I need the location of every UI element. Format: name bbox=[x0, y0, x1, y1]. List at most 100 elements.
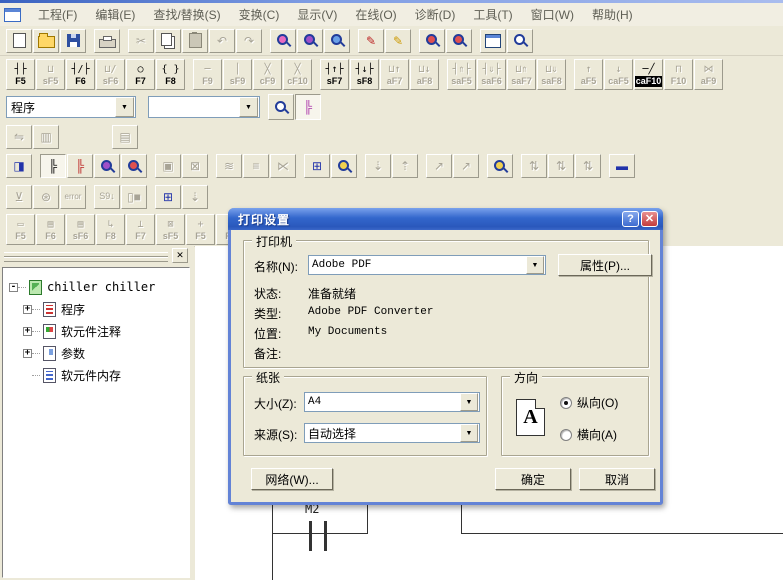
dialog-title-bar[interactable]: 打印设置 ? ✕ bbox=[228, 208, 663, 230]
remote-operation-button[interactable]: ⇋ bbox=[6, 125, 32, 149]
forced-io-button[interactable]: ⇅ bbox=[548, 154, 574, 178]
tree-root-label[interactable]: chiller chiller bbox=[47, 280, 155, 294]
program-list-button[interactable]: ⊞ bbox=[155, 185, 181, 209]
expand-icon[interactable]: + bbox=[23, 305, 32, 314]
buffer-memory-button[interactable]: ⇣ bbox=[365, 154, 391, 178]
remote-monitor-button[interactable]: ▬ bbox=[609, 154, 635, 178]
close-button[interactable]: ✕ bbox=[641, 211, 658, 227]
collapse-icon[interactable]: - bbox=[9, 283, 18, 292]
paper-source-combo[interactable]: 自动选择 ▼ bbox=[304, 423, 480, 443]
monitor-condition-button[interactable]: ⇡ bbox=[392, 154, 418, 178]
tree-item-device-memory[interactable]: 软元件内存 bbox=[9, 364, 189, 386]
fkey-saF8[interactable]: ⊔⇓saF8 bbox=[537, 59, 566, 90]
sfc-block[interactable]: ▤F6 bbox=[36, 214, 65, 245]
chevron-down-icon[interactable]: ▼ bbox=[115, 97, 134, 117]
fkey-closed-contact[interactable]: ┤/├F6 bbox=[66, 59, 95, 90]
fkey-or-open-contact[interactable]: ⊔sF5 bbox=[36, 59, 65, 90]
menu-diagnostics[interactable]: 诊断(D) bbox=[406, 3, 465, 26]
menu-project[interactable]: 工程(F) bbox=[29, 3, 86, 26]
cut-button[interactable]: ✂ bbox=[128, 29, 154, 53]
chevron-down-icon[interactable]: ▼ bbox=[460, 424, 478, 442]
tree-item-label[interactable]: 参数 bbox=[61, 345, 85, 362]
sfc-end-step[interactable]: ⊠sF5 bbox=[156, 214, 185, 245]
find-device-button[interactable] bbox=[270, 29, 296, 53]
device-test-button[interactable]: ⇅ bbox=[521, 154, 547, 178]
menu-help[interactable]: 帮助(H) bbox=[583, 3, 642, 26]
panel-grip[interactable] bbox=[4, 257, 168, 262]
program-ld-button[interactable]: ◨ bbox=[6, 154, 32, 178]
step-range-button[interactable]: S9↓ bbox=[94, 185, 120, 209]
copy-button[interactable] bbox=[155, 29, 181, 53]
step-jump-button[interactable]: ↗ bbox=[453, 154, 479, 178]
sfc-selection-branch[interactable]: +F5 bbox=[186, 214, 215, 245]
program-select-combo[interactable]: 程序 ▼ bbox=[6, 96, 136, 118]
comment-display-button[interactable] bbox=[268, 94, 294, 120]
fkey-rising-pulse[interactable]: ┤↑├sF7 bbox=[320, 59, 349, 90]
monitor-mode-button[interactable]: ▥ bbox=[33, 125, 59, 149]
step-run-button[interactable]: ⊻ bbox=[6, 185, 32, 209]
ladder-logic-test-button[interactable]: ▤ bbox=[112, 125, 138, 149]
fkey-or-closed-contact[interactable]: ⊔/sF6 bbox=[96, 59, 125, 90]
entry-data-monitor-button[interactable] bbox=[331, 154, 357, 178]
fkey-saF5[interactable]: ┤⇑├saF5 bbox=[447, 59, 476, 90]
portrait-radio[interactable]: 纵向(O) bbox=[560, 394, 618, 411]
project-tree-toggle-button[interactable]: ╠ bbox=[295, 94, 321, 120]
error-jump-button[interactable]: error bbox=[60, 185, 86, 209]
open-project-button[interactable] bbox=[33, 29, 59, 53]
zoom-in-button[interactable] bbox=[446, 29, 472, 53]
properties-button[interactable]: 属性(P)... bbox=[558, 254, 652, 276]
fkey-caF5[interactable]: ↓caF5 bbox=[604, 59, 633, 90]
block-select-combo[interactable]: ▼ bbox=[148, 96, 260, 118]
device-batch-monitor-button[interactable]: ⊞ bbox=[304, 154, 330, 178]
fkey-open-contact[interactable]: ┤├F5 bbox=[6, 59, 35, 90]
menu-window[interactable]: 窗口(W) bbox=[522, 3, 583, 26]
chevron-down-icon[interactable]: ▼ bbox=[526, 256, 544, 274]
printer-name-combo[interactable]: Adobe PDF ▼ bbox=[308, 255, 546, 275]
find-result-button[interactable] bbox=[507, 29, 533, 53]
sampling-trace-button[interactable]: ⋉ bbox=[270, 154, 296, 178]
project-data-list-button[interactable] bbox=[480, 29, 506, 53]
menu-edit[interactable]: 编辑(E) bbox=[86, 3, 144, 26]
sfc-step[interactable]: ▭F5 bbox=[6, 214, 35, 245]
cancel-button[interactable]: 取消 bbox=[579, 468, 655, 490]
help-button[interactable]: ? bbox=[622, 211, 639, 227]
zoom-out-button[interactable] bbox=[419, 29, 445, 53]
find-string-button[interactable] bbox=[324, 29, 350, 53]
fkey-falling-pulse[interactable]: ┤↓├sF8 bbox=[350, 59, 379, 90]
pause-button[interactable]: ⊛ bbox=[33, 185, 59, 209]
find-instruction-button[interactable] bbox=[297, 29, 323, 53]
comment-edit-button[interactable]: ✎ bbox=[358, 29, 384, 53]
fkey-or-falling-pulse[interactable]: ⊔↓aF8 bbox=[410, 59, 439, 90]
mdi-child-window-icon[interactable] bbox=[4, 8, 21, 22]
network-button[interactable]: 网络(W)... bbox=[251, 468, 333, 490]
fkey-or-rising-pulse[interactable]: ⊔↑aF7 bbox=[380, 59, 409, 90]
chevron-down-icon[interactable]: ▼ bbox=[460, 393, 478, 411]
fkey-vertical-line[interactable]: │sF9 bbox=[223, 59, 252, 90]
monitor-start-button[interactable]: ▣ bbox=[155, 154, 181, 178]
fkey-saF6[interactable]: ┤⇓├saF6 bbox=[477, 59, 506, 90]
paper-size-combo[interactable]: A4 ▼ bbox=[304, 392, 480, 412]
save-project-button[interactable] bbox=[60, 29, 86, 53]
insert-mode-button[interactable]: ⇣ bbox=[182, 185, 208, 209]
ladder-view-button[interactable]: ╠ bbox=[40, 154, 66, 178]
fkey-aF9[interactable]: ⋈aF9 bbox=[694, 59, 723, 90]
tree-item-program[interactable]: + 程序 bbox=[9, 298, 189, 320]
tree-item-label[interactable]: 程序 bbox=[61, 301, 85, 318]
online-change-button[interactable]: ≋ bbox=[216, 154, 242, 178]
fkey-horizontal-line[interactable]: ─F9 bbox=[193, 59, 222, 90]
paste-button[interactable] bbox=[182, 29, 208, 53]
tree-item-label[interactable]: 软元件内存 bbox=[61, 367, 121, 384]
time-find-button[interactable] bbox=[487, 154, 513, 178]
device-skip-button[interactable]: ⇅ bbox=[575, 154, 601, 178]
sfc-dummy-step[interactable]: ▤sF6 bbox=[66, 214, 95, 245]
tree-item-parameter[interactable]: + 参数 bbox=[9, 342, 189, 364]
menu-view[interactable]: 显示(V) bbox=[288, 3, 346, 26]
fkey-application-instruction[interactable]: { }F8 bbox=[156, 59, 185, 90]
sfc-jump[interactable]: ↳F8 bbox=[96, 214, 125, 245]
chevron-down-icon[interactable]: ▼ bbox=[239, 97, 258, 117]
partial-run-button[interactable]: ▯■ bbox=[121, 185, 147, 209]
menu-tools[interactable]: 工具(T) bbox=[464, 3, 521, 26]
fkey-aF5[interactable]: ↑aF5 bbox=[574, 59, 603, 90]
menu-online[interactable]: 在线(O) bbox=[346, 3, 405, 26]
tree-root-row[interactable]: - chiller chiller bbox=[9, 276, 189, 298]
